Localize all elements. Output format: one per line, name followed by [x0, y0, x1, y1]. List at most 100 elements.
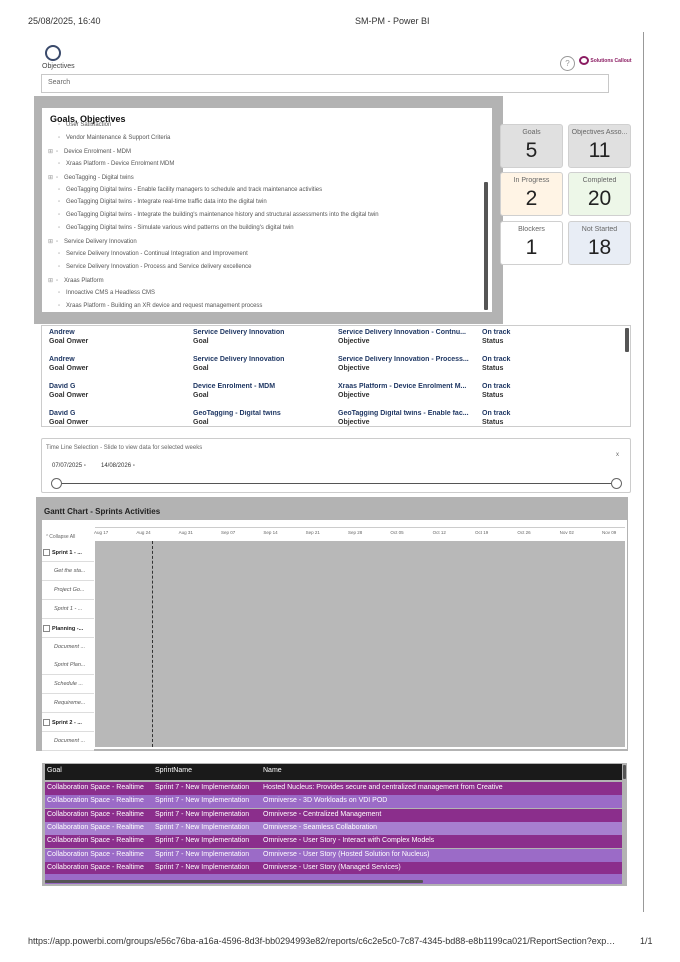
record-cell-owner: David G Goal Onwer: [49, 383, 179, 407]
brand-text: Solutions Callout: [590, 57, 632, 64]
gantt-task-row[interactable]: Document ...: [42, 732, 94, 751]
tree-row-label: GeoTagging Digital twins - Simulate vari…: [66, 225, 294, 232]
record-cell-owner: Andrew Goal Onwer: [49, 329, 179, 353]
gantt-task-row[interactable]: Schedule ...: [42, 675, 94, 695]
tree-row[interactable]: ▫ Innoactive CMS a Headless CMS: [58, 290, 155, 296]
gantt-tick-label: Nov 02: [559, 530, 574, 535]
collapse-box-icon[interactable]: [43, 624, 50, 632]
gantt-tick-label: Aug 31: [178, 530, 193, 535]
record-cell-goal: GeoTagging - Digital twins Goal: [193, 410, 328, 426]
tree-row[interactable]: ▫ GeoTagging Digital twins - Enable facil…: [58, 187, 322, 193]
gantt-task-row[interactable]: Get the sta...: [42, 561, 94, 581]
matrix-cell-sprint: Sprint 7 - New Implementation: [155, 850, 250, 858]
slicer-close-icon[interactable]: x: [616, 452, 619, 458]
matrix-row[interactable]: Collaboration Space - Realtime Sprint 7 -…: [45, 861, 622, 875]
gantt-tick-label: Oct 05: [390, 530, 404, 535]
tree-row[interactable]: ⊞ ▫ GeoTagging - Digital twins: [48, 174, 134, 181]
kpi-card[interactable]: Objectives Asso... 11: [568, 124, 631, 168]
tree-row[interactable]: ⊞ ▫ Device Enrolment - MDM: [48, 148, 131, 155]
kpi-label: Blockers: [518, 226, 545, 233]
record-value: Andrew: [49, 329, 75, 336]
slicer-start-date[interactable]: 07/07/2025 ▫: [52, 463, 92, 473]
kpi-card[interactable]: Blockers 1: [500, 221, 563, 265]
tree-row[interactable]: ▫ GeoTagging Digital twins - Integrate th…: [58, 212, 379, 218]
slicer-end-date[interactable]: 14/08/2026 ▫: [101, 463, 141, 473]
expand-icon[interactable]: ⊞: [48, 174, 56, 181]
collapse-box-icon[interactable]: [43, 719, 50, 727]
kpi-card[interactable]: In Progress 2: [500, 172, 563, 216]
matrix-row[interactable]: Collaboration Space - Realtime Sprint 7 -…: [45, 808, 622, 822]
gantt-task-label: Document ...: [54, 738, 86, 744]
slicer-start-handle[interactable]: [51, 478, 62, 489]
record-label: Goal Onwer: [49, 419, 89, 426]
gantt-task-row[interactable]: Requireme...: [42, 694, 94, 714]
gantt-task-label: Requireme...: [54, 700, 86, 707]
tree-row[interactable]: ▫ Xraas Platform - Building an XR device …: [58, 303, 262, 309]
slicer-end-handle[interactable]: [611, 478, 622, 489]
record-cell-goal: Service Delivery Innovation Goal: [193, 356, 328, 380]
matrix-row[interactable]: Collaboration Space - Realtime Sprint 7 -…: [45, 835, 622, 849]
gantt-task-row[interactable]: Document ...: [42, 637, 94, 657]
tree-scrollbar[interactable]: [484, 182, 488, 310]
expand-icon[interactable]: ⊞: [48, 277, 56, 284]
record-cell-goal: Device Enrolment - MDM Goal: [193, 383, 328, 407]
gantt-collapse-all[interactable]: ⌃Collapse All: [45, 534, 75, 540]
tree-row-label: Xraas Platform - Device Enrolment MDM: [66, 160, 175, 167]
record-label: Objective: [338, 365, 370, 372]
tree-row[interactable]: ▫ GeoTagging Digital twins - Simulate var…: [58, 225, 294, 231]
matrix-header-sprint[interactable]: SprintName: [155, 767, 192, 774]
question-mark-icon[interactable]: ?: [560, 56, 575, 71]
record-cell-owner: David G Goal Onwer: [49, 410, 179, 426]
collapse-box-icon[interactable]: [43, 549, 50, 556]
collapse-label: Collapse All: [49, 534, 76, 540]
tree-row[interactable]: ▫ Xraas Platform - Device Enrolment MDM: [58, 161, 174, 167]
matrix-row[interactable]: Collaboration Space - Realtime Sprint 7 -…: [45, 782, 622, 795]
matrix-cell-goal: Collaboration Space - Realtime: [47, 810, 144, 818]
matrix-header-name[interactable]: Name: [263, 767, 282, 774]
expand-icon[interactable]: ⊞: [48, 148, 56, 155]
tree-row[interactable]: ▫ User Satisfaction: [58, 122, 111, 128]
gantt-task-row[interactable]: Sprint 1 - ...: [42, 599, 94, 619]
gantt-group-row[interactable]: Sprint 1 - ...: [42, 543, 94, 562]
matrix-header-goal[interactable]: Goal: [47, 767, 62, 774]
tree-row[interactable]: ▫ GeoTagging Digital twins - Integrate re…: [58, 199, 267, 205]
kpi-card[interactable]: Completed 20: [568, 172, 631, 216]
matrix-cell-sprint: Sprint 7 - New Implementation: [155, 797, 250, 805]
tree-row-label: Service Delivery Innovation - Process an…: [66, 263, 252, 270]
record-value: Device Enrolment - MDM: [193, 383, 276, 390]
tree-row[interactable]: ▫ Service Delivery Innovation - Continual…: [58, 251, 248, 257]
kpi-card[interactable]: Goals 5: [500, 124, 563, 168]
expand-icon[interactable]: ⊞: [48, 238, 56, 245]
gantt-group-row[interactable]: Sprint 2 - ...: [42, 713, 94, 733]
matrix-row[interactable]: Collaboration Space - Realtime Sprint 7 -…: [45, 821, 622, 835]
record-value: On track: [482, 383, 511, 390]
gantt-task-label: Planning -...: [52, 625, 84, 632]
matrix-row[interactable]: Collaboration Space - Realtime Sprint 7 -…: [45, 795, 622, 809]
matrix-cell-goal: Collaboration Space - Realtime: [47, 863, 144, 871]
slicer-title: Time Line Selection - Slide to view data…: [46, 445, 203, 451]
goals-objectives-tree: Goals, Objectives ▫ User Satisfaction ▫ Ven…: [42, 108, 492, 312]
objectives-logo-icon[interactable]: [45, 45, 61, 61]
tree-row[interactable]: ⊞ ▫ Xraas Platform: [48, 277, 104, 284]
record-label: Objective: [338, 392, 370, 399]
gantt-task-row[interactable]: Project Go...: [42, 580, 94, 600]
matrix-h-scrollbar[interactable]: [45, 880, 423, 883]
tree-row[interactable]: ▫ Vendor Maintenance & Support Criteria: [58, 135, 170, 141]
record-label: Status: [482, 392, 504, 399]
gantt-task-row[interactable]: Sprint Plan...: [42, 656, 94, 676]
matrix-v-scrollbar[interactable]: [623, 765, 626, 779]
records-scrollbar[interactable]: [625, 328, 629, 352]
search-input[interactable]: Search: [41, 74, 609, 93]
gantt-group-row[interactable]: Planning -...: [42, 618, 94, 638]
node-icon: ▫: [56, 239, 59, 246]
tree-row[interactable]: ⊞ ▫ Service Delivery Innovation: [48, 238, 137, 245]
tree-row[interactable]: ▫ Service Delivery Innovation - Process a…: [58, 264, 251, 270]
record-value: Service Delivery Innovation: [193, 356, 285, 363]
gantt-task-label: Sprint Plan...: [54, 662, 86, 669]
matrix-row[interactable]: Collaboration Space - Realtime Sprint 7 -…: [45, 848, 622, 862]
kpi-card[interactable]: Not Started 18: [568, 221, 631, 265]
record-value: David G: [49, 383, 76, 390]
gantt-task-label: Sprint 2 - ...: [52, 720, 82, 727]
matrix-cell-name: Omniverse - 3D Workloads on VDI POD: [263, 797, 388, 805]
gantt-tick-label: Oct 19: [475, 530, 489, 535]
